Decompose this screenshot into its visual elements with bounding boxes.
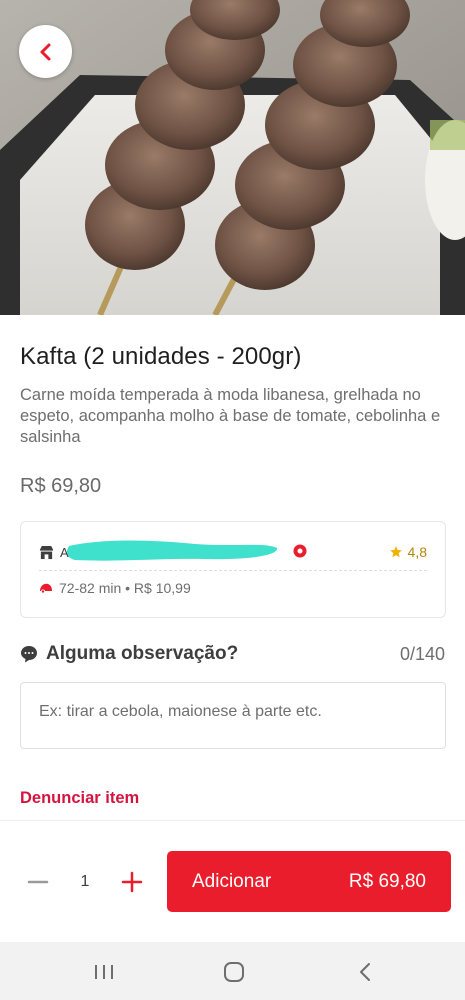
nav-recents-button[interactable]: [89, 958, 119, 986]
product-price: R$ 69,80: [20, 475, 102, 497]
product-description: Carne moída temperada à moda libanesa, g…: [20, 386, 441, 446]
delivery-row: 72-82 min • R$ 10,99: [39, 580, 191, 596]
record-icon: [293, 544, 307, 558]
chat-bubble-icon: [21, 646, 37, 663]
add-button-label: Adicionar: [192, 870, 272, 892]
store-row: A 4,8: [39, 540, 427, 562]
card-divider: [39, 570, 427, 571]
increase-button[interactable]: [114, 864, 150, 900]
redaction-mark: [67, 540, 278, 561]
report-item-link[interactable]: Denunciar item: [20, 789, 139, 808]
recents-icon: [95, 965, 113, 979]
back-button[interactable]: [19, 25, 72, 78]
add-button-price: R$ 69,80: [348, 870, 426, 892]
chevron-left-icon: [40, 43, 50, 60]
back-icon: [360, 963, 370, 981]
observation-input[interactable]: Ex: tirar a cebola, maionese à parte etc…: [20, 682, 446, 749]
observation-header: Alguma observação? 0/140: [20, 643, 445, 665]
observation-label: Alguma observação?: [46, 643, 239, 664]
add-to-cart-button[interactable]: Adicionar R$ 69,80: [167, 851, 451, 912]
rating-value: 4,8: [407, 544, 427, 560]
home-icon: [224, 962, 244, 982]
system-nav-bar: [0, 942, 465, 1000]
product-photo: [0, 0, 465, 315]
motorcycle-icon: [40, 583, 52, 594]
quantity-stepper: 1: [20, 860, 150, 904]
nav-back-button[interactable]: [350, 958, 380, 986]
minus-icon: [27, 880, 49, 884]
quantity-value: 1: [80, 873, 90, 890]
store-icon: [39, 545, 54, 559]
decrease-button[interactable]: [20, 864, 56, 900]
nav-home-button[interactable]: [219, 958, 249, 986]
product-title: Kafta (2 unidades - 200gr): [20, 343, 302, 370]
delivery-info: 72-82 min • R$ 10,99: [59, 580, 191, 596]
star-icon: [389, 546, 402, 558]
observation-counter: 0/140: [399, 643, 445, 664]
store-rating: 4,8: [389, 544, 427, 560]
section-divider: [0, 820, 465, 821]
store-card[interactable]: A 4,8 72-82 min • R$ 10,99: [20, 521, 446, 618]
plus-icon: [121, 871, 143, 893]
